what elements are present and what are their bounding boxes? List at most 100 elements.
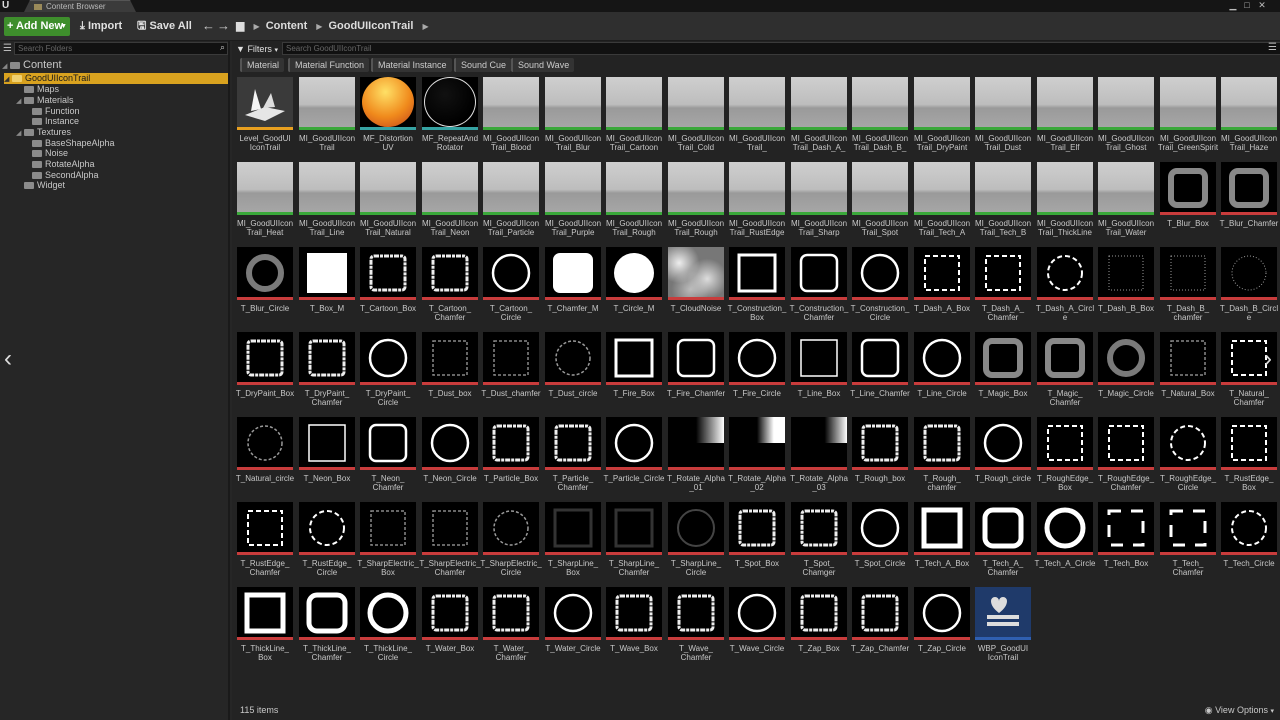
asset-tile[interactable]: MI_GoodUIIcon Trail_Blood [483, 77, 539, 159]
asset-tile[interactable]: T_Fire_Circle [729, 332, 785, 414]
asset-tile[interactable]: T_RoughEdge_ Box [1037, 417, 1093, 499]
forward-arrow-icon[interactable]: → [217, 18, 230, 33]
asset-tile[interactable]: MI_GoodUIIcon Trail_Cartoon [606, 77, 662, 159]
asset-tile[interactable]: T_Tech_A_Circle [1035, 502, 1095, 584]
asset-tile[interactable]: T_Construction_ Chamfer [790, 247, 848, 329]
tree-item-instance[interactable]: Instance [32, 116, 79, 127]
tree-item-materials[interactable]: ◢ Materials [16, 95, 74, 106]
asset-tile[interactable]: T_Dash_B_ chamfer [1160, 247, 1216, 329]
asset-tile[interactable]: T_Blur_Box [1160, 162, 1216, 244]
asset-tile[interactable]: T_Dash_B_Box [1098, 247, 1154, 329]
asset-tile[interactable]: MF_RepeatAnd Rotator [422, 77, 478, 159]
filter-chip-material-instance[interactable]: Material Instance [371, 58, 452, 72]
asset-tile[interactable]: T_Tech_ Chamfer [1160, 502, 1216, 584]
asset-tile[interactable]: T_Tech_Circle [1221, 502, 1277, 584]
asset-tile[interactable]: T_Construction_ Box [728, 247, 786, 329]
asset-tile[interactable]: T_ThickLine_ Circle [360, 587, 416, 669]
asset-tile[interactable]: T_CloudNoise [668, 247, 724, 329]
asset-tile[interactable]: T_SharpElectric_ Chamfer [419, 502, 481, 584]
close-icon[interactable]: ✕ [1256, 0, 1268, 10]
asset-tile[interactable]: T_ThickLine_ Box [237, 587, 293, 669]
breadcrumb-content[interactable]: Content [266, 20, 308, 32]
asset-tile[interactable]: T_DryPaint_Box [236, 332, 294, 414]
asset-tile[interactable]: T_Spot_Circle [852, 502, 908, 584]
asset-tile[interactable]: MI_GoodUIIcon Trail_Sharp Electric [791, 162, 847, 244]
asset-tile[interactable]: T_Fire_Chamfer [667, 332, 725, 414]
asset-tile[interactable]: MI_GoodUIIcon Trail_Neon [422, 162, 478, 244]
asset-tile[interactable]: T_Tech_Box [1098, 502, 1154, 584]
asset-tile[interactable]: MI_GoodUIIcon Trail_Dash_B_ Line [852, 77, 908, 159]
asset-tile[interactable]: MI_GoodUIIcon Trail_ Construction [729, 77, 785, 159]
next-page-arrow-icon[interactable]: › [1264, 345, 1272, 373]
asset-tile[interactable]: T_Particle_Circle [604, 417, 664, 499]
minimize-icon[interactable]: ▁ [1227, 0, 1239, 10]
previous-page-arrow-icon[interactable]: ‹ [4, 345, 12, 373]
asset-tile[interactable]: T_Spot_ Chamger [791, 502, 847, 584]
asset-tile[interactable]: T_Construction_ Circle [851, 247, 909, 329]
asset-tile[interactable]: T_Spot_Box [729, 502, 785, 584]
asset-tile[interactable]: T_Wave_Circle [729, 587, 785, 669]
asset-tile[interactable]: T_Particle_Box [483, 417, 539, 499]
asset-tile[interactable]: T_Natural_Box [1160, 332, 1216, 414]
breadcrumb-goodui[interactable]: GoodUIIconTrail [328, 20, 413, 32]
asset-tile[interactable]: MF_Distortion UV [360, 77, 416, 159]
asset-tile[interactable]: T_SharpLine_ Box [545, 502, 601, 584]
asset-tile[interactable]: T_Water_Box [422, 587, 478, 669]
asset-tile[interactable]: MI_GoodUIIcon Trail_Tech_B [975, 162, 1031, 244]
asset-tile[interactable]: T_Blur_Chamfer [1220, 162, 1278, 244]
view-options-button[interactable]: ◉ View Options ▾ [1205, 705, 1274, 716]
asset-tile[interactable]: T_Wave_ Chamfer [668, 587, 724, 669]
asset-tile[interactable]: T_Circle_M [606, 247, 662, 329]
asset-tile[interactable]: T_Box_M [299, 247, 355, 329]
asset-tile[interactable]: MI_GoodUIIcon Trail_Heat [237, 162, 293, 244]
asset-tile[interactable]: T_Line_Circle [914, 332, 970, 414]
folder-search-input[interactable]: Search Folders ⌕ [14, 42, 228, 55]
asset-tile[interactable]: T_Cartoon_Box [360, 247, 416, 329]
asset-tile[interactable]: T_Rough_circle [975, 417, 1031, 499]
asset-tile[interactable]: MI_GoodUIIcon Trail_Haze [1221, 77, 1277, 159]
asset-tile[interactable]: T_Water_Circle [545, 587, 601, 669]
asset-tile[interactable]: T_Rough_ chamfer [914, 417, 970, 499]
asset-tile[interactable]: T_Cartoon_ Circle [483, 247, 539, 329]
asset-tile[interactable]: T_SharpLine_ Circle [668, 502, 724, 584]
asset-tile[interactable]: T_Fire_Box [606, 332, 662, 414]
asset-tile[interactable]: MI_GoodUIIcon Trail_Dash_A_ Line [791, 77, 847, 159]
asset-tile[interactable]: MI_GoodUIIcon Trail_RustEdge [729, 162, 785, 244]
asset-tile[interactable]: T_Neon_Box [299, 417, 355, 499]
asset-tile[interactable]: MI_GoodUIIcon Trail_Cold [668, 77, 724, 159]
asset-tile[interactable]: T_Dust_box [422, 332, 478, 414]
asset-tile[interactable]: T_Line_Box [791, 332, 847, 414]
import-button[interactable]: ⤓ Import [80, 17, 122, 36]
back-arrow-icon[interactable]: ← [202, 18, 215, 33]
asset-tile[interactable]: MI_GoodUIIcon Trail_Tech_A [914, 162, 970, 244]
asset-tile[interactable]: T_Water_ Chamfer [483, 587, 539, 669]
asset-tile[interactable]: MI_GoodUIIcon Trail_Purple Electric [545, 162, 601, 244]
asset-tile[interactable]: MI_GoodUIIcon Trail_Dust [975, 77, 1031, 159]
asset-tile[interactable]: T_Dust_chamfer [481, 332, 541, 414]
asset-tile[interactable]: T_Cartoon_ Chamfer [422, 247, 478, 329]
asset-tile[interactable]: MI_GoodUIIcon Trail_Rough Edge [668, 162, 724, 244]
asset-tile[interactable]: T_Rotate_Alpha _02 [728, 417, 786, 499]
asset-tile[interactable]: WBP_GoodUI IconTrail [975, 587, 1031, 669]
filter-chip-sound-wave[interactable]: Sound Wave [511, 58, 575, 72]
asset-tile[interactable]: T_SharpLine_ Chamfer [606, 502, 662, 584]
asset-search-input[interactable]: Search GoodUIIconTrail ⌕ [282, 42, 1280, 55]
tree-item-textures[interactable]: ◢ Textures [16, 127, 71, 138]
asset-tile[interactable]: T_Rotate_Alpha _01 [667, 417, 725, 499]
asset-tile[interactable]: T_Rough_box [852, 417, 908, 499]
asset-tile[interactable]: MI_GoodUIIcon Trail_Elf [1037, 77, 1093, 159]
asset-tile[interactable]: T_SharpElectric_ Box [357, 502, 419, 584]
asset-tile[interactable]: MI_GoodUIIcon Trail_Rough [606, 162, 662, 244]
asset-tile[interactable]: T_Tech_A_Box [914, 502, 970, 584]
asset-tile[interactable]: MI_GoodUIIcon Trail_Water [1098, 162, 1154, 244]
save-all-button[interactable]: 🖫 Save All [137, 17, 192, 36]
asset-tile[interactable]: MI_GoodUIIcon Trail_ThickLine [1037, 162, 1093, 244]
asset-tile[interactable]: T_Zap_Chamfer [851, 587, 909, 669]
asset-tile[interactable]: MI_GoodUIIcon Trail_Ghost [1098, 77, 1154, 159]
asset-tile[interactable]: Level_GoodUI IconTrail [237, 77, 293, 159]
asset-tile[interactable]: T_Particle_ Chamfer [545, 417, 601, 499]
asset-tile[interactable]: T_Chamfer_M [545, 247, 601, 329]
filter-chip-material[interactable]: Material [240, 58, 285, 72]
asset-tile[interactable]: T_RoughEdge_ Chamfer [1098, 417, 1154, 499]
asset-tile[interactable]: T_Rotate_Alpha _03 [790, 417, 848, 499]
